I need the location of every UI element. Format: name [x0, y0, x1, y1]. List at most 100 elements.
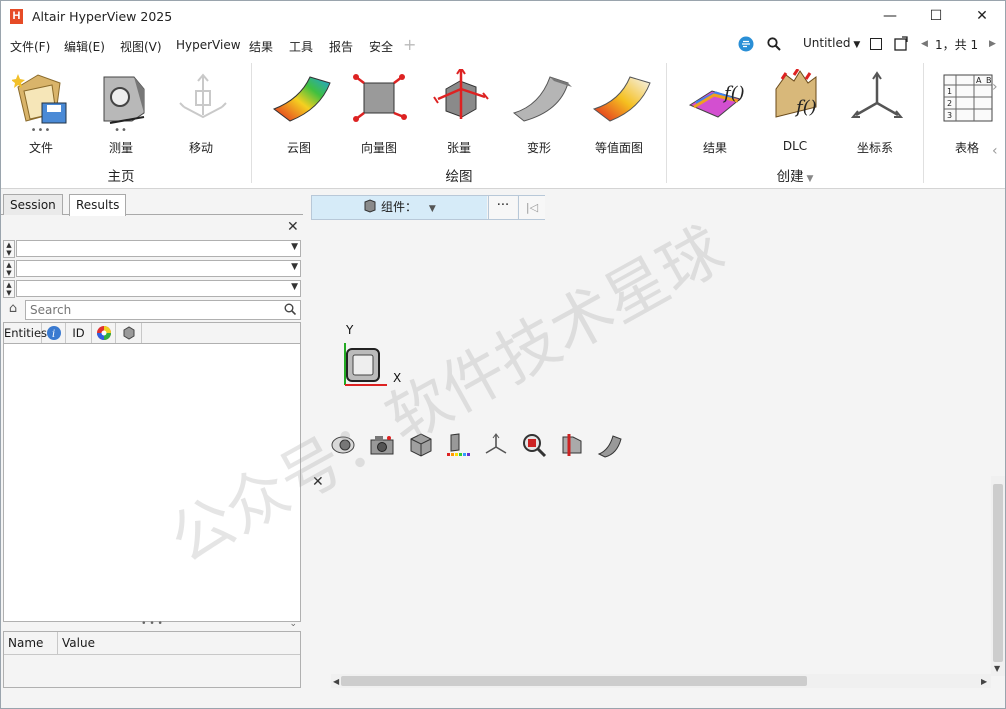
- ribbon-contour-button[interactable]: 云图: [263, 61, 335, 161]
- column-entities[interactable]: Entities: [4, 323, 47, 343]
- menu-view[interactable]: 视图(V): [120, 38, 162, 55]
- table-icon: AB 1 2 3: [938, 69, 996, 127]
- page-restore-icon[interactable]: [893, 36, 909, 52]
- ribbon-scroll-right-icon[interactable]: ›: [992, 79, 998, 95]
- component-label: 组件：: [381, 200, 418, 214]
- first-frame-button[interactable]: |◁: [518, 196, 545, 219]
- result-component-select[interactable]: ▼: [16, 260, 301, 277]
- result-type-select[interactable]: ▼: [16, 240, 301, 257]
- ribbon-move-button[interactable]: 移动: [165, 61, 237, 161]
- ribbon-vector-button[interactable]: 向量图: [343, 61, 415, 161]
- next-page-icon[interactable]: ▶: [989, 39, 996, 49]
- menu-security[interactable]: 安全: [369, 38, 393, 55]
- search-icon[interactable]: [284, 303, 296, 315]
- application-window: H Altair HyperView 2025 — ☐ ✕ 文件(F) 编辑(E…: [0, 0, 1006, 709]
- ribbon-results-math-button[interactable]: f() 结果: [679, 61, 751, 161]
- panel-close-icon[interactable]: ✕: [287, 219, 299, 235]
- search-input[interactable]: [25, 300, 301, 320]
- ribbon-coordsys-button[interactable]: 坐标系: [839, 61, 911, 161]
- ribbon-measure-button[interactable]: •• 测量: [85, 61, 157, 161]
- chat-bubble-icon[interactable]: [738, 36, 754, 52]
- mesh-curve-icon[interactable]: [597, 432, 623, 458]
- ribbon-group-create[interactable]: 创建 ▼: [759, 165, 831, 185]
- horizontal-scroll-thumb[interactable]: [341, 676, 807, 686]
- prev-page-icon[interactable]: ◀: [921, 39, 928, 49]
- menu-edit[interactable]: 编辑(E): [64, 38, 105, 55]
- zoom-icon[interactable]: [521, 432, 547, 458]
- session-name-dropdown[interactable]: Untitled ▼: [803, 36, 860, 50]
- menu-file[interactable]: 文件(F): [10, 38, 50, 55]
- visibility-eye-icon[interactable]: [331, 432, 357, 458]
- panel-splitter[interactable]: • • • ⌄: [3, 620, 301, 631]
- menu-bar: 文件(F) 编辑(E) 视图(V) HyperView 结果 工具 报告 安全 …: [1, 32, 1005, 60]
- more-options-button[interactable]: ···: [488, 196, 517, 219]
- spin-stepper[interactable]: ▲ ▼: [3, 280, 15, 298]
- horizontal-scrollbar[interactable]: ◀ ▶: [331, 674, 991, 688]
- component-selector[interactable]: 组件： ▼: [312, 196, 487, 219]
- spin-stepper[interactable]: ▲ ▼: [3, 260, 15, 278]
- result-selector-row: ▲ ▼ ▼: [3, 240, 301, 258]
- window-layout-icon[interactable]: [870, 38, 882, 50]
- results-math-icon: f(): [686, 69, 745, 127]
- ribbon-file-button[interactable]: ••• 文件: [5, 61, 77, 161]
- svg-text:B: B: [986, 76, 992, 85]
- vertical-scroll-thumb[interactable]: [993, 484, 1003, 662]
- page-indicator: 1，共 1: [935, 38, 979, 52]
- search-icon[interactable]: [767, 37, 781, 51]
- ribbon-measure-label: 测量: [108, 141, 133, 155]
- scroll-left-icon[interactable]: ◀: [333, 677, 339, 686]
- color-wheel-icon[interactable]: [92, 323, 116, 343]
- ribbon-isosurface-button[interactable]: 等值面图: [583, 61, 655, 161]
- viewport-close-icon[interactable]: ✕: [312, 474, 324, 490]
- column-id[interactable]: ID: [66, 323, 92, 343]
- collapse-chevron-icon[interactable]: ⌄: [289, 620, 297, 629]
- ribbon-table-button[interactable]: AB 1 2 3 表格: [935, 61, 999, 161]
- cube-view-icon[interactable]: [408, 432, 434, 458]
- ribbon-deform-label: 变形: [526, 141, 551, 155]
- ribbon-table-label: 表格: [954, 141, 979, 155]
- result-layer-select[interactable]: ▼: [16, 280, 301, 297]
- add-ribbon-icon[interactable]: +: [403, 35, 416, 54]
- tab-session[interactable]: Session: [3, 194, 63, 215]
- legend-icon[interactable]: [446, 432, 472, 458]
- home-icon[interactable]: ⌂: [4, 301, 22, 319]
- ribbon-tensor-button[interactable]: 张量: [423, 61, 495, 161]
- ribbon-deform-button[interactable]: 变形: [503, 61, 575, 161]
- ribbon-separator: [666, 63, 667, 183]
- visibility-cube-icon[interactable]: [116, 323, 142, 343]
- svg-text:2: 2: [947, 99, 952, 108]
- measure-menu-dots[interactable]: ••: [85, 125, 157, 136]
- section-cut-icon[interactable]: [559, 432, 585, 458]
- camera-icon[interactable]: [369, 432, 395, 458]
- close-window-button[interactable]: ✕: [959, 1, 1005, 32]
- ribbon-scroll-left-icon[interactable]: ‹: [992, 143, 998, 159]
- ribbon-dlc-label: DLC: [782, 139, 808, 153]
- maximize-button[interactable]: ☐: [913, 1, 959, 32]
- component-icon: [364, 199, 376, 213]
- view-cube-icon[interactable]: [341, 341, 391, 387]
- properties-table: Name Value: [3, 631, 301, 688]
- menu-report[interactable]: 报告: [329, 38, 353, 55]
- menu-tools[interactable]: 工具: [289, 38, 313, 55]
- ribbon: ••• 文件 •• 测量 移动 主页 云图 向量图 张量 变形 等值面图 绘图 …: [1, 57, 1005, 189]
- entity-tree[interactable]: [3, 344, 301, 622]
- vector-plot-icon: [350, 69, 408, 127]
- triad-icon[interactable]: [483, 432, 509, 458]
- ribbon-coordsys-label: 坐标系: [856, 141, 893, 155]
- scroll-down-icon[interactable]: ▼: [994, 664, 1000, 673]
- scroll-right-icon[interactable]: ▶: [981, 677, 987, 686]
- info-icon[interactable]: i: [42, 323, 66, 343]
- left-panel-tabbar: Session Results: [1, 189, 303, 216]
- ribbon-group-plot: 绘图: [445, 169, 473, 185]
- ribbon-isosurface-label: 等值面图: [594, 141, 643, 155]
- ribbon-group-create-label: 创建: [776, 169, 804, 185]
- file-menu-dots[interactable]: •••: [5, 125, 77, 136]
- menu-hyperview[interactable]: HyperView: [176, 38, 241, 52]
- spin-stepper[interactable]: ▲ ▼: [3, 240, 15, 258]
- vertical-scrollbar[interactable]: ▼: [991, 476, 1005, 676]
- move-arrows-icon: [172, 69, 230, 127]
- chevron-down-icon: ▼: [428, 204, 436, 214]
- tab-results[interactable]: Results: [69, 194, 127, 216]
- ribbon-dlc-button[interactable]: f() DLC: [759, 61, 831, 161]
- minimize-button[interactable]: —: [867, 1, 913, 32]
